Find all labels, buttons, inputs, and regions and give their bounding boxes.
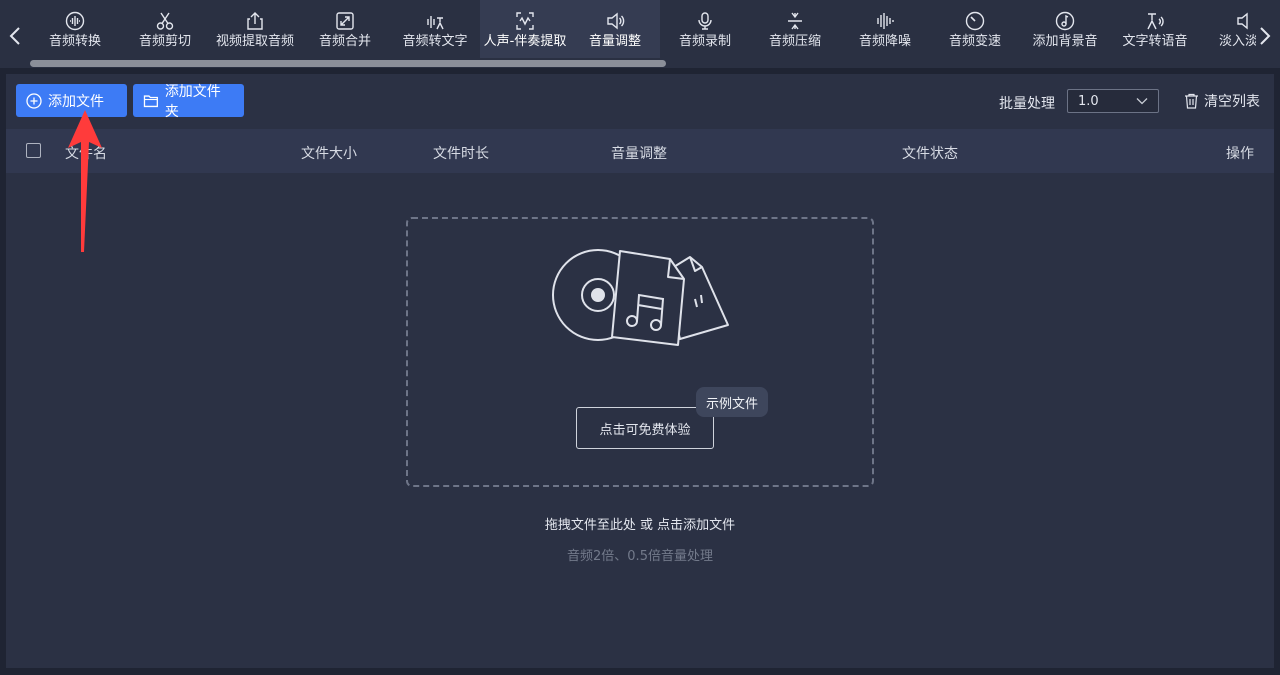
tool-label: 音频合并 [318, 34, 371, 49]
upload-box-icon [244, 10, 266, 32]
trash-icon [1185, 93, 1198, 109]
chevron-right-icon [1260, 27, 1271, 45]
tool-fade-in-out[interactable]: 淡入淡出 [1200, 0, 1256, 58]
tool-label: 音频变速 [948, 34, 1001, 49]
add-file-label: 添加文件 [48, 93, 104, 110]
column-header-volume: 音量调整 [611, 146, 667, 162]
tool-audio-cut[interactable]: 音频剪切 [120, 0, 210, 58]
fade-speaker-icon [1234, 10, 1256, 32]
folder-icon [143, 94, 158, 107]
tools-strip: 音频转换 音频剪切 视频提取音频 音频合并 音频转文字 人声-伴奏提取 音量调整… [30, 0, 1256, 62]
toolbar-scrollbar-thumb[interactable] [30, 60, 666, 67]
column-header-actions: 操作 [1226, 146, 1254, 162]
tool-label: 人声-伴奏提取 [483, 34, 567, 49]
column-header-filename: 文件名 [65, 146, 107, 162]
tool-label: 视频提取音频 [215, 34, 294, 49]
tool-add-background-music[interactable]: 添加背景音 [1020, 0, 1110, 58]
voice-to-text-icon [424, 10, 446, 32]
toolbar-scrollbar [30, 60, 666, 68]
file-drop-zone[interactable]: 点击可免费体验 示例文件 [406, 217, 874, 487]
tool-audio-convert[interactable]: 音频转换 [30, 0, 120, 58]
add-folder-label: 添加文件夹 [164, 83, 221, 120]
tool-label: 文字转语音 [1122, 34, 1188, 49]
scroll-right-button[interactable] [1256, 22, 1274, 50]
file-panel: 添加文件 添加文件夹 批量处理 1.0 清空列表 文件名 文件大小 文件时长 音… [6, 74, 1274, 668]
music-note-circle-icon [1054, 10, 1076, 32]
free-trial-button[interactable]: 点击可免费体验 [576, 407, 714, 449]
tool-label: 音频压缩 [768, 34, 821, 49]
vocal-extract-icon [514, 10, 536, 32]
drop-hint: 拖拽文件至此处 或 点击添加文件 [544, 518, 736, 533]
waveform-circle-icon [64, 10, 86, 32]
tool-video-extract-audio[interactable]: 视频提取音频 [210, 0, 300, 58]
add-folder-button[interactable]: 添加文件夹 [133, 84, 244, 120]
tool-label: 音量调整 [588, 34, 641, 49]
batch-volume-select[interactable]: 1.0 [1067, 89, 1159, 113]
text-to-speech-icon [1144, 10, 1166, 32]
column-header-size: 文件大小 [301, 146, 357, 162]
file-table-header: 文件名 文件大小 文件时长 音量调整 文件状态 操作 [6, 129, 1274, 173]
tool-audio-speed[interactable]: 音频变速 [930, 0, 1020, 58]
batch-volume-value: 1.0 [1078, 93, 1099, 109]
tool-label: 音频转换 [48, 34, 101, 49]
scroll-left-button[interactable] [6, 22, 24, 50]
scissors-icon [154, 10, 176, 32]
tool-vocal-extract[interactable]: 人声-伴奏提取 [480, 0, 570, 58]
tool-label: 淡入淡出 [1218, 34, 1256, 49]
select-all-checkbox[interactable] [26, 143, 41, 158]
merge-arrows-icon [334, 10, 356, 32]
feature-toolbar: 音频转换 音频剪切 视频提取音频 音频合并 音频转文字 人声-伴奏提取 音量调整… [0, 0, 1280, 68]
tool-label: 音频降噪 [858, 34, 911, 49]
add-file-button[interactable]: 添加文件 [16, 84, 127, 117]
tool-label: 音频录制 [678, 34, 731, 49]
sample-file-badge[interactable]: 示例文件 [696, 387, 769, 417]
drop-subhint: 音频2倍、0.5倍音量处理 [567, 549, 713, 564]
tool-audio-denoise[interactable]: 音频降噪 [840, 0, 930, 58]
sample-file-label: 示例文件 [706, 396, 759, 412]
tool-audio-merge[interactable]: 音频合并 [300, 0, 390, 58]
compress-icon [784, 10, 806, 32]
chevron-left-icon [9, 27, 20, 45]
tool-volume-adjust[interactable]: 音量调整 [570, 0, 660, 58]
tool-audio-compress[interactable]: 音频压缩 [750, 0, 840, 58]
free-trial-label: 点击可免费体验 [599, 422, 691, 438]
tool-audio-to-text[interactable]: 音频转文字 [390, 0, 480, 58]
column-header-status: 文件状态 [902, 146, 958, 162]
speaker-icon [604, 10, 626, 32]
column-header-duration: 文件时长 [433, 146, 489, 162]
tool-label: 音频转文字 [402, 34, 468, 49]
tools-viewport: 音频转换 音频剪切 视频提取音频 音频合并 音频转文字 人声-伴奏提取 音量调整… [30, 0, 1256, 62]
batch-process-label: 批量处理 [999, 96, 1055, 112]
tool-label: 音频剪切 [138, 34, 191, 49]
microphone-icon [694, 10, 716, 32]
clear-list-button[interactable]: 清空列表 [1184, 91, 1260, 111]
clear-list-label: 清空列表 [1204, 94, 1260, 110]
chevron-down-icon [1136, 98, 1148, 105]
tool-label: 添加背景音 [1032, 34, 1098, 49]
tool-text-to-speech[interactable]: 文字转语音 [1110, 0, 1200, 58]
speedometer-icon [964, 10, 986, 32]
tool-audio-record[interactable]: 音频录制 [660, 0, 750, 58]
audio-files-illustration-icon [552, 249, 729, 346]
noise-bars-icon [874, 10, 896, 32]
plus-circle-icon [26, 92, 42, 109]
